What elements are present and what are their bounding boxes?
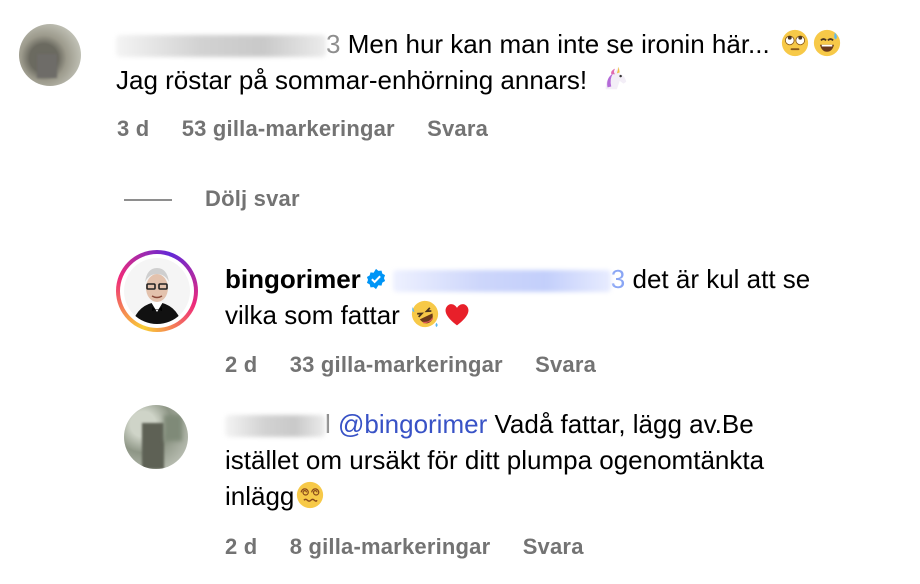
story-ring[interactable]: [116, 250, 198, 332]
bingorimer-avatar: [124, 258, 190, 324]
commenter-avatar[interactable]: [124, 405, 188, 469]
reply-time[interactable]: 2 d: [225, 534, 257, 559]
reply-button[interactable]: Svara: [523, 534, 584, 559]
username-tail: l: [325, 409, 331, 439]
mention-link[interactable]: @bingorimer: [338, 409, 487, 439]
verified-badge-icon: [366, 268, 385, 290]
blurred-username[interactable]: [225, 415, 325, 438]
reply-meta: 2 d 33 gilla-markeringar Svara: [225, 352, 622, 378]
reply-button[interactable]: Svara: [427, 116, 488, 141]
reply-time[interactable]: 2 d: [225, 352, 257, 377]
face-with-spiral-eyes-icon: [297, 481, 324, 509]
blurred-username[interactable]: [116, 35, 326, 58]
comment-likes[interactable]: 53 gilla-markeringar: [182, 116, 395, 141]
reply-button[interactable]: Svara: [535, 352, 596, 377]
blurred-mention[interactable]: [392, 270, 611, 293]
mention-tail: 3: [610, 264, 626, 294]
reply-text: l @bingorimer Vadå fattar, lägg av.Be is…: [225, 409, 765, 511]
comment-text: 3 Men hur kan man inte se ironin här... …: [116, 26, 916, 98]
reply-text: bingorimer 3 det är kul att se vilka som …: [225, 264, 811, 330]
commenter-avatar[interactable]: [19, 24, 81, 86]
red-heart-icon: [445, 304, 469, 326]
hide-replies-line: [124, 199, 172, 201]
username-tail: 3: [326, 29, 341, 59]
reply-likes[interactable]: 33 gilla-markeringar: [290, 352, 503, 377]
comment-time[interactable]: 3 d: [117, 116, 149, 141]
unicorn-icon: [605, 66, 627, 90]
reply-author[interactable]: bingorimer: [225, 264, 361, 294]
face-with-rolling-eyes-icon: [781, 29, 809, 57]
reply-meta: 2 d 8 gilla-markeringar Svara: [225, 534, 610, 560]
hide-replies-button[interactable]: Dölj svar: [205, 186, 300, 212]
comment-meta: 3 d 53 gilla-markeringar Svara: [117, 116, 514, 142]
reply-likes[interactable]: 8 gilla-markeringar: [290, 534, 491, 559]
grinning-face-with-sweat-icon: [813, 29, 841, 57]
rolling-on-floor-laughing-icon: [411, 300, 439, 328]
